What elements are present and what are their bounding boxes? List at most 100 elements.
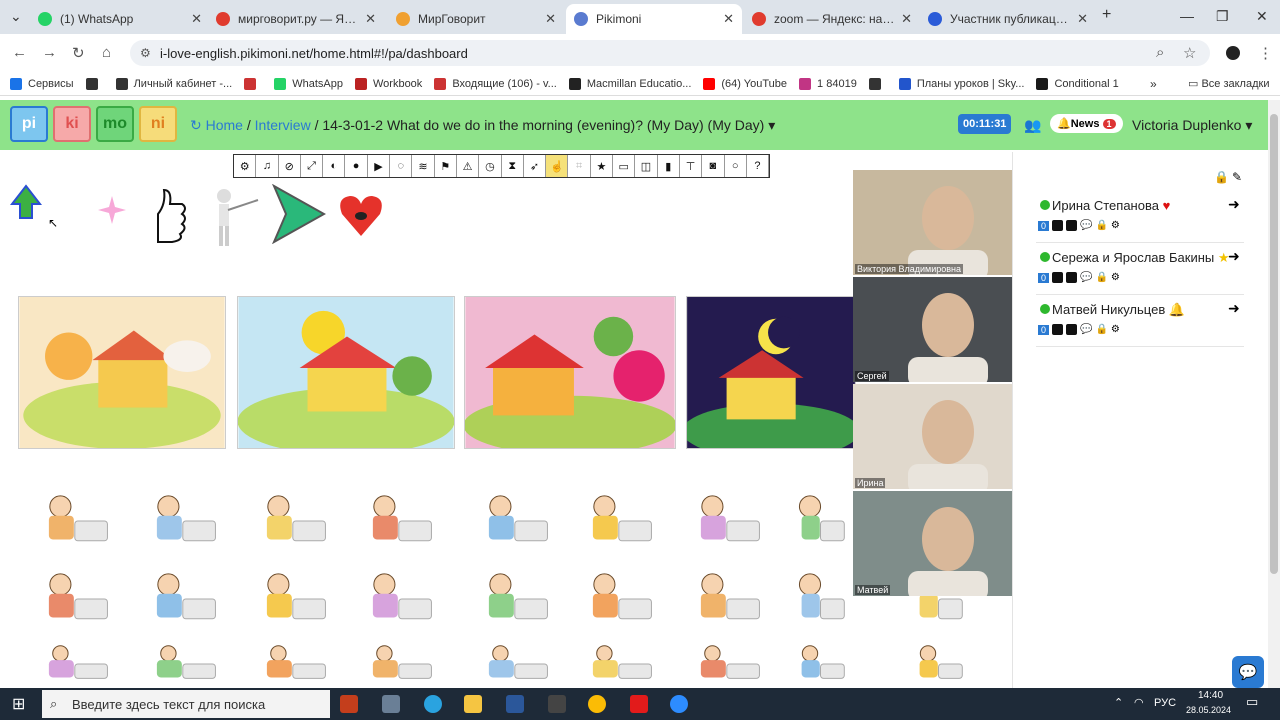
activity-picture[interactable] xyxy=(462,566,558,632)
ni-button[interactable]: ni xyxy=(139,106,177,142)
taskbar-search[interactable]: ⌕ Введите здесь текст для поиска xyxy=(42,690,330,718)
activity-picture[interactable] xyxy=(566,640,662,688)
lock-icon[interactable]: 🔒 xyxy=(1214,170,1229,184)
scene-card-night[interactable] xyxy=(686,296,856,449)
help-icon[interactable]: ? xyxy=(747,155,770,177)
activity-picture[interactable] xyxy=(346,488,442,554)
activity-picture[interactable] xyxy=(674,488,770,554)
clock-icon[interactable]: ◷ xyxy=(479,155,502,177)
activity-picture[interactable] xyxy=(900,640,970,688)
all-bookmarks[interactable]: ▭ Все закладки xyxy=(1188,77,1269,90)
clock-date[interactable]: 28.05.2024 xyxy=(1186,705,1231,715)
activity-picture[interactable] xyxy=(566,488,662,554)
page-title[interactable]: / 14-3-01-2 What do we do in the morning… xyxy=(315,117,765,133)
word-icon[interactable] xyxy=(506,695,524,713)
close-tab-icon[interactable]: ✕ xyxy=(365,11,376,27)
bookmark-item[interactable]: Workbook xyxy=(354,77,422,90)
flag-icon[interactable]: ⚑ xyxy=(435,155,457,177)
browser-tab[interactable]: Участник публикации - Z✕ xyxy=(920,4,1096,34)
minus-icon[interactable] xyxy=(1052,272,1064,283)
lock-small-icon[interactable]: 🔒 xyxy=(1095,220,1107,231)
pin-icon[interactable]: ⊤ xyxy=(680,155,703,177)
close-tab-icon[interactable]: ✕ xyxy=(901,11,912,27)
bookmark-item[interactable] xyxy=(85,77,104,90)
plus-icon[interactable] xyxy=(1066,272,1078,283)
mo-button[interactable]: mo xyxy=(96,106,134,142)
scene-card-morning-2[interactable] xyxy=(237,296,455,449)
activity-picture[interactable] xyxy=(782,640,852,688)
arrow-right-icon[interactable]: ➜ xyxy=(1228,300,1240,317)
bookmark-item[interactable] xyxy=(868,77,887,90)
app-icon[interactable] xyxy=(382,695,400,713)
file-explorer-icon[interactable] xyxy=(464,695,482,713)
activity-picture[interactable] xyxy=(674,566,770,632)
edit-icon[interactable]: ✎ xyxy=(1232,170,1242,184)
news-button[interactable]: 🔔News 1 xyxy=(1050,114,1123,133)
activity-picture[interactable] xyxy=(462,640,558,688)
activity-picture[interactable] xyxy=(240,488,336,554)
plus-icon[interactable] xyxy=(1066,220,1078,231)
back-icon[interactable]: ← xyxy=(12,44,27,61)
cube-icon[interactable]: ◫ xyxy=(635,155,658,177)
calendar-app-icon[interactable] xyxy=(548,695,566,713)
zoom-icon[interactable]: ⌕ xyxy=(1156,44,1164,61)
url-field[interactable]: ⚙ i-love-english.pikimoni.net/home.html#… xyxy=(130,40,1210,66)
bookmark-item[interactable]: Сервисы xyxy=(10,77,74,90)
lock-small-icon[interactable]: 🔒 xyxy=(1095,324,1107,335)
arrow-right-icon[interactable]: ➜ xyxy=(1228,196,1240,213)
activity-picture[interactable] xyxy=(22,488,118,554)
minimize-button[interactable]: — xyxy=(1180,8,1194,24)
activity-picture[interactable] xyxy=(346,566,442,632)
windows-start-icon[interactable]: ⊞ xyxy=(12,694,25,714)
bookmarks-overflow-icon[interactable]: » xyxy=(1150,77,1157,91)
close-tab-icon[interactable]: ✕ xyxy=(191,11,202,27)
forward-icon[interactable]: → xyxy=(42,44,57,61)
caret-down-icon[interactable]: ▾ xyxy=(764,117,775,133)
bookmark-item[interactable]: Macmillan Educatio... xyxy=(568,77,691,90)
star-icon[interactable]: ★ xyxy=(591,155,614,177)
bookmark-item[interactable]: (64) YouTube xyxy=(703,77,787,90)
expand-icon[interactable]: ⤢ xyxy=(301,155,324,177)
music-icon[interactable]: ♫ xyxy=(256,155,279,177)
heart-face-icon[interactable] xyxy=(338,190,384,240)
play-icon[interactable]: ▶ xyxy=(368,155,391,177)
bookmark-item[interactable]: Планы уроков | Sky... xyxy=(898,77,1024,90)
hourglass-icon[interactable]: ⧗ xyxy=(502,155,524,177)
home-icon[interactable]: ⌂ xyxy=(102,44,111,61)
tab-search-icon[interactable]: ⌄ xyxy=(10,8,22,25)
minus-icon[interactable] xyxy=(1052,324,1064,335)
gear-icon[interactable]: ⚙ xyxy=(234,155,257,177)
telegram-icon[interactable] xyxy=(424,695,442,713)
rocket-icon[interactable]: ➶ xyxy=(524,155,547,177)
scrollbar-thumb[interactable] xyxy=(1270,114,1278,574)
user-menu[interactable]: Victoria Duplenko ▾ xyxy=(1132,117,1252,134)
bookmark-item[interactable]: Личный кабинет -... xyxy=(115,77,232,90)
settings-icon[interactable]: ⚙ xyxy=(1111,324,1120,335)
activity-picture[interactable] xyxy=(462,488,558,554)
pointing-figure-icon[interactable] xyxy=(206,186,262,248)
chat-bubble-icon[interactable]: 💬 xyxy=(1080,220,1092,231)
activity-picture[interactable] xyxy=(130,566,226,632)
activity-picture[interactable] xyxy=(782,488,852,554)
activity-picture[interactable] xyxy=(130,488,226,554)
pi-button[interactable]: pi xyxy=(10,106,48,142)
new-tab-button[interactable]: + xyxy=(1102,6,1111,24)
powerpoint-icon[interactable] xyxy=(340,695,358,713)
activity-picture[interactable] xyxy=(346,640,442,688)
home-link[interactable]: Home xyxy=(206,117,243,133)
scene-card-morning-1[interactable] xyxy=(18,296,226,449)
activity-picture[interactable] xyxy=(22,640,118,688)
bookmark-item[interactable]: Conditional 1 xyxy=(1036,77,1119,90)
close-window-button[interactable]: ✕ xyxy=(1256,8,1268,25)
camera-icon[interactable]: ◙ xyxy=(702,155,725,177)
circle-icon[interactable]: ● xyxy=(345,155,368,177)
bookmark-item[interactable]: WhatsApp xyxy=(274,77,343,90)
refresh-icon[interactable]: ↻ xyxy=(190,117,206,133)
sparkle-icon[interactable] xyxy=(96,194,128,226)
scene-card-evening-1[interactable] xyxy=(464,296,676,449)
close-tab-icon[interactable]: ✕ xyxy=(545,11,556,27)
activity-picture[interactable] xyxy=(22,566,118,632)
lock-small-icon[interactable]: 🔒 xyxy=(1095,272,1107,283)
chrome-icon[interactable] xyxy=(588,695,606,713)
crop-icon[interactable]: ⌗ xyxy=(568,155,591,177)
